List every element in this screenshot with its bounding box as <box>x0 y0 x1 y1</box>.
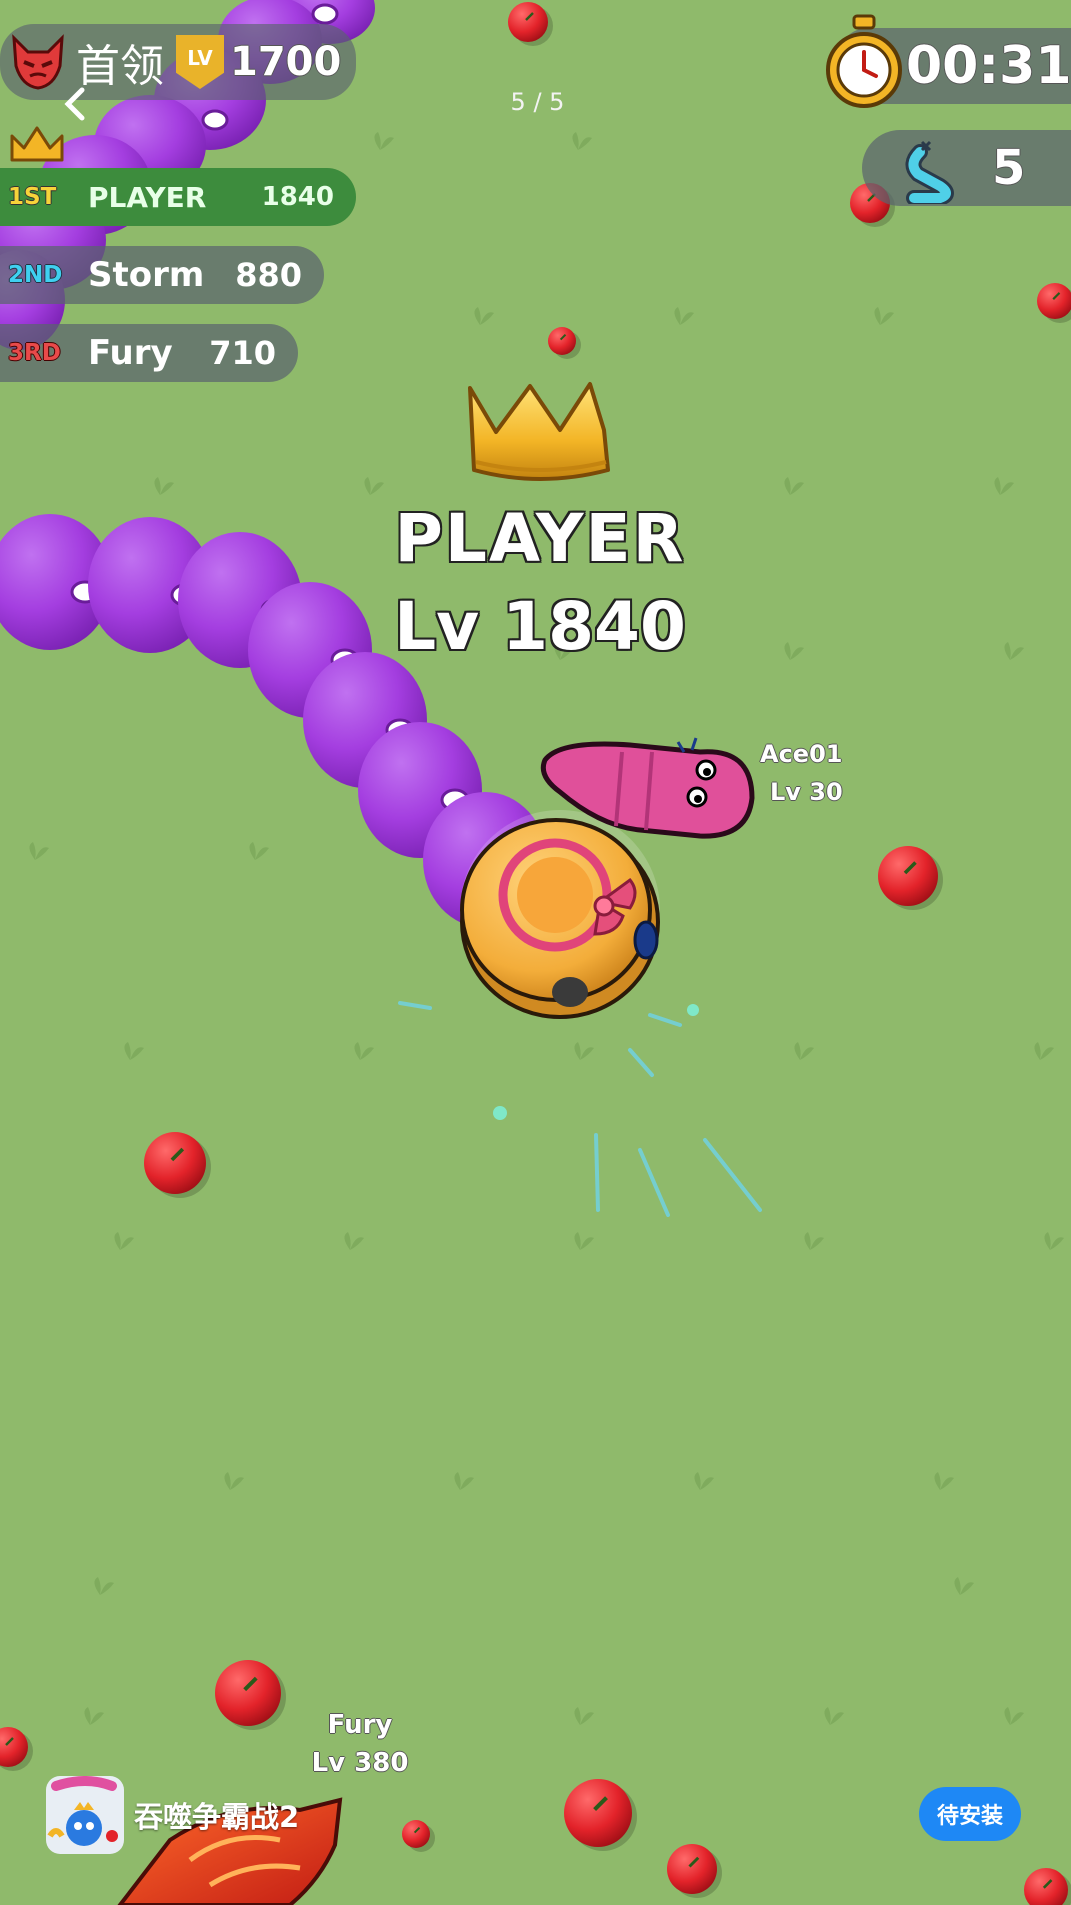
ad-banner[interactable]: 吞噬争霸战2 <box>46 1776 406 1854</box>
app-icon[interactable] <box>46 1776 124 1854</box>
leaderboard-row-2: 2ND Storm 880 <box>0 246 324 304</box>
timer-value: 00:31 <box>906 36 1071 96</box>
app-name: 吞噬争霸战2 <box>134 1800 300 1834</box>
apple-icon <box>1037 283 1071 319</box>
apple-icon <box>667 1844 717 1894</box>
enemy-level-ace01: Lv 30 <box>770 778 843 806</box>
apple-icon <box>402 1820 430 1848</box>
page-indicator: 5 / 5 <box>510 88 565 116</box>
apple-icon <box>564 1779 632 1847</box>
kills-count: 5 <box>992 140 1026 196</box>
player-name: PLAYER <box>394 500 686 577</box>
apple-icon <box>215 1660 281 1726</box>
chevron-left-icon <box>64 87 85 121</box>
player-snake-head <box>460 810 660 1019</box>
player-level: Lv 1840 <box>394 588 686 665</box>
snake-kill-icon <box>905 140 954 204</box>
stopwatch-icon <box>826 14 902 108</box>
boss-level: 1700 <box>230 39 342 85</box>
apple-icon <box>508 2 548 42</box>
enemy-level-fury: Lv 380 <box>311 1748 409 1778</box>
enemy-name-ace01: Ace01 <box>760 740 843 768</box>
level-badge-icon: LV <box>176 35 224 89</box>
game-logo-icon <box>47 1776 118 1846</box>
apple-icon <box>144 1132 206 1194</box>
leaderboard-row-1: 1ST PLAYER 1840 <box>0 168 356 226</box>
demon-head-icon <box>12 34 64 90</box>
game-screen[interactable]: 首领 LV 1700 5 / 5 1ST PLAYER 1840 2ND Sto… <box>0 0 1071 1905</box>
back-button[interactable] <box>60 84 90 124</box>
apple-icon <box>548 327 576 355</box>
enemy-name-fury: Fury <box>327 1710 393 1740</box>
boss-panel: 首领 LV 1700 <box>0 24 356 100</box>
apple-icon <box>878 846 938 906</box>
leaderboard-row-3: 3RD Fury 710 <box>0 324 298 382</box>
leader-crown-icon <box>468 382 610 481</box>
crown-small-icon <box>10 126 64 162</box>
install-button[interactable]: 待安装 <box>919 1787 1021 1841</box>
